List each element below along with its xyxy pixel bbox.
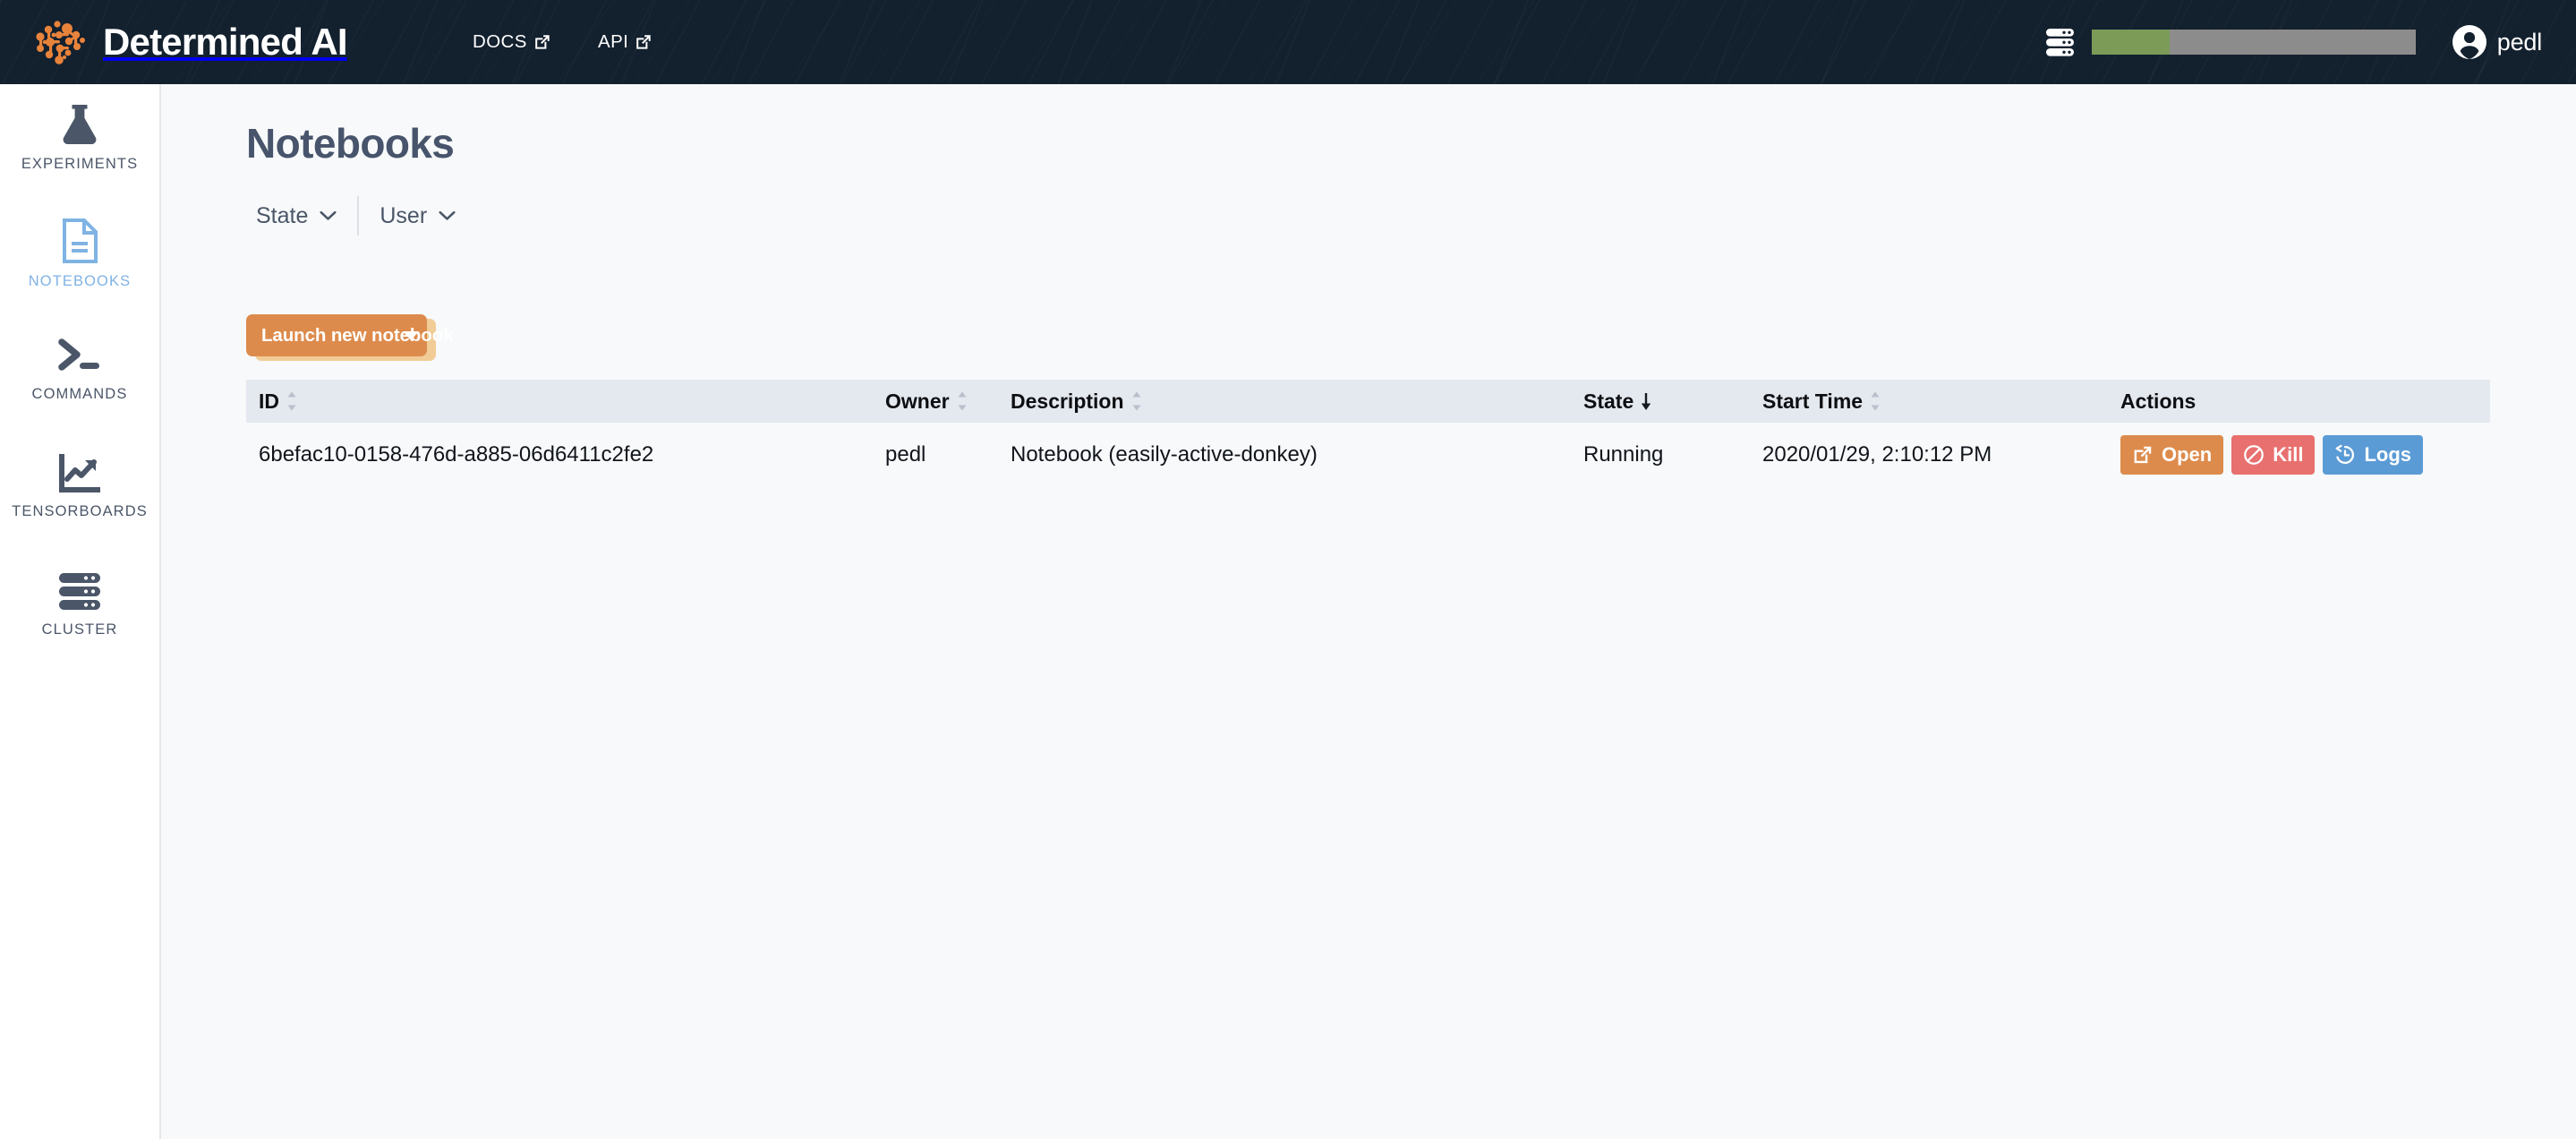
column-header-actions: Actions: [2108, 380, 2490, 423]
column-header-id-label: ID: [259, 389, 279, 413]
column-header-start-time[interactable]: Start Time: [1750, 380, 2108, 423]
server-stack-icon: [59, 573, 100, 610]
sort-arrows-icon: [958, 391, 967, 411]
sidebar-item-cluster[interactable]: CLUSTER: [0, 572, 159, 638]
filter-user-label: User: [380, 202, 428, 228]
chevron-down-icon: [439, 210, 456, 220]
logs-button-label: Logs: [2364, 443, 2412, 466]
external-link-icon: [636, 35, 651, 49]
logs-button[interactable]: Logs: [2323, 435, 2424, 475]
ban-icon: [2244, 445, 2265, 465]
column-header-state-label: State: [1583, 389, 1634, 413]
sort-arrows-icon: [1132, 391, 1141, 411]
sidebar-item-notebooks-label: NOTEBOOKS: [28, 273, 132, 289]
sort-descending-icon: [1642, 393, 1651, 410]
row-action-buttons: Open Kill Logs: [2120, 435, 2490, 475]
topnav-link-docs[interactable]: DOCS: [473, 0, 551, 84]
topnav-link-api-label: API: [598, 31, 629, 52]
cluster-utilization-fill: [2091, 30, 2170, 55]
notebooks-table: ID Owner Description State Start Time Ac…: [246, 380, 2490, 487]
topnav-link-docs-label: DOCS: [473, 31, 527, 52]
flask-icon: [63, 105, 97, 144]
column-header-start-time-label: Start Time: [1762, 389, 1864, 413]
chart-line-icon: [59, 454, 100, 492]
column-header-owner-label: Owner: [885, 389, 950, 413]
sidebar-item-tensorboards-label: TENSORBOARDS: [12, 503, 148, 519]
server-stack-icon[interactable]: [2045, 28, 2074, 57]
column-header-actions-label: Actions: [2120, 389, 2196, 413]
kill-button-label: Kill: [2273, 443, 2304, 466]
table-row[interactable]: 6befac10-0158-476d-a885-06d6411c2fe2 ped…: [246, 423, 2490, 487]
sidebar-item-experiments-label: EXPERIMENTS: [21, 156, 139, 172]
filter-state-label: State: [256, 202, 309, 228]
brand-title: Determined AI: [103, 21, 348, 63]
status-badge: Running: [1583, 442, 1664, 467]
column-header-description[interactable]: Description: [998, 380, 1571, 423]
determined-brain-logo-icon: [36, 21, 85, 64]
sidebar-navigation: EXPERIMENTS NOTEBOOKS COMMANDS TENSORBOA…: [0, 84, 161, 1139]
cell-actions: Open Kill Logs: [2108, 423, 2490, 487]
launch-dropdown-toggle[interactable]: [395, 314, 427, 356]
main-content: Notebooks State User Launch new notebook: [163, 84, 2576, 1139]
sidebar-item-cluster-label: CLUSTER: [41, 621, 118, 638]
notebooks-table-body: 6befac10-0158-476d-a885-06d6411c2fe2 ped…: [246, 423, 2490, 487]
cell-id: 6befac10-0158-476d-a885-06d6411c2fe2: [259, 442, 654, 467]
sidebar-item-tensorboards[interactable]: TENSORBOARDS: [0, 454, 159, 520]
user-name-label: pedl: [2496, 28, 2542, 56]
table-header-row: ID Owner Description State Start Time Ac…: [246, 380, 2490, 423]
column-header-id[interactable]: ID: [246, 380, 873, 423]
document-icon: [63, 218, 98, 263]
brand-home-link[interactable]: Determined AI: [32, 0, 348, 84]
filter-divider: [357, 196, 360, 236]
sidebar-item-commands-label: COMMANDS: [31, 386, 128, 402]
open-button-label: Open: [2162, 443, 2213, 466]
cluster-utilization-progress-bar[interactable]: [2091, 30, 2416, 55]
user-circle-icon: [2452, 25, 2486, 59]
notebooks-table-head: ID Owner Description State Start Time Ac…: [246, 380, 2490, 423]
external-link-icon: [2134, 446, 2152, 464]
topnav-link-api[interactable]: API: [598, 0, 653, 84]
history-clock-icon: [2335, 444, 2355, 464]
column-header-owner[interactable]: Owner: [873, 380, 998, 423]
user-menu[interactable]: pedl: [2452, 24, 2542, 60]
cell-description: Notebook (easily-active-donkey): [1011, 442, 1318, 467]
topnav-right-group: pedl: [2045, 0, 2576, 84]
kill-button[interactable]: Kill: [2231, 435, 2316, 475]
sidebar-item-experiments[interactable]: EXPERIMENTS: [0, 103, 159, 173]
filter-user[interactable]: User: [360, 203, 475, 229]
sort-arrows-icon: [1871, 391, 1880, 411]
open-button[interactable]: Open: [2120, 435, 2224, 475]
sidebar-item-commands[interactable]: COMMANDS: [0, 337, 159, 403]
terminal-icon: [58, 338, 99, 371]
launch-new-notebook-group: Launch new notebook: [246, 314, 454, 361]
cell-start-time: 2020/01/29, 2:10:12 PM: [1762, 442, 1992, 467]
cell-owner: pedl: [885, 442, 926, 467]
caret-down-icon: [403, 330, 419, 340]
launch-new-notebook-button[interactable]: Launch new notebook: [246, 314, 454, 356]
chevron-down-icon: [320, 210, 337, 220]
column-header-description-label: Description: [1011, 389, 1124, 413]
page-title: Notebooks: [246, 120, 455, 167]
external-link-icon: [535, 35, 550, 49]
sort-arrows-icon: [287, 391, 296, 411]
filter-bar: State User: [246, 196, 475, 236]
top-navigation-bar: Determined AI DOCS API pedl: [0, 0, 2576, 84]
filter-state[interactable]: State: [246, 203, 356, 229]
column-header-state[interactable]: State: [1571, 380, 1750, 423]
sidebar-item-notebooks[interactable]: NOTEBOOKS: [0, 218, 159, 290]
